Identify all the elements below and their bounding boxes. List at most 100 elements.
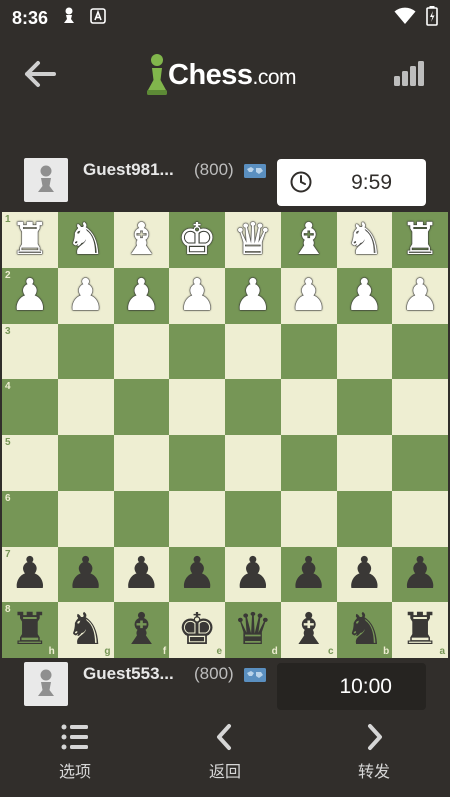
black-knight-piece[interactable]: ♞: [66, 608, 105, 652]
board-square[interactable]: [169, 323, 225, 380]
board-square[interactable]: a ♜: [392, 602, 448, 658]
board-square[interactable]: ♝: [280, 212, 337, 268]
board-square[interactable]: [336, 323, 393, 380]
board-square[interactable]: g ♞: [57, 602, 114, 658]
board-square[interactable]: [280, 323, 337, 380]
avatar[interactable]: [24, 158, 68, 202]
white-queen-piece[interactable]: ♛: [233, 217, 272, 262]
black-pawn-piece[interactable]: ♟: [177, 552, 216, 596]
board-square[interactable]: [113, 379, 170, 435]
board-square[interactable]: 2 ♟: [2, 267, 58, 324]
board-square[interactable]: 5: [2, 435, 58, 491]
white-pawn-piece[interactable]: ♟: [10, 273, 49, 318]
black-knight-piece[interactable]: ♞: [345, 608, 384, 652]
white-pawn-piece[interactable]: ♟: [345, 273, 384, 318]
board-square[interactable]: ♛: [225, 212, 281, 268]
white-rook-piece[interactable]: ♜: [10, 217, 49, 262]
board-square[interactable]: [225, 323, 281, 380]
board-square[interactable]: ♟: [169, 267, 225, 324]
connection-button[interactable]: [392, 58, 428, 90]
board-square[interactable]: 4: [2, 379, 58, 435]
board-square[interactable]: [336, 435, 393, 491]
board-square[interactable]: ♟: [113, 267, 170, 324]
black-rook-piece[interactable]: ♜: [10, 608, 49, 652]
black-pawn-piece[interactable]: ♟: [66, 552, 105, 596]
board-square[interactable]: ♟: [57, 267, 114, 324]
white-pawn-piece[interactable]: ♟: [233, 273, 272, 318]
black-pawn-piece[interactable]: ♟: [289, 552, 328, 596]
white-pawn-piece[interactable]: ♟: [122, 273, 161, 318]
board-square[interactable]: ♝: [113, 212, 170, 268]
white-rook-piece[interactable]: ♜: [400, 217, 439, 262]
board-square[interactable]: [280, 490, 337, 547]
black-pawn-piece[interactable]: ♟: [345, 552, 384, 596]
board-square[interactable]: 8 h ♜: [2, 602, 58, 658]
white-pawn-piece[interactable]: ♟: [400, 273, 439, 318]
board-square[interactable]: ♟: [57, 546, 114, 603]
board-square[interactable]: d ♛: [225, 602, 281, 658]
board-square[interactable]: 6: [2, 490, 58, 547]
board-square[interactable]: ♟: [225, 546, 281, 603]
white-knight-piece[interactable]: ♞: [66, 217, 105, 262]
board-square[interactable]: ♟: [336, 546, 393, 603]
board-square[interactable]: [392, 379, 448, 435]
board-square[interactable]: [57, 435, 114, 491]
board-square[interactable]: f ♝: [113, 602, 170, 658]
board-square[interactable]: ♜: [392, 212, 448, 268]
black-pawn-piece[interactable]: ♟: [233, 552, 272, 596]
board-square[interactable]: ♚: [169, 212, 225, 268]
board-square[interactable]: [169, 379, 225, 435]
board-square[interactable]: [225, 435, 281, 491]
board-square[interactable]: [169, 435, 225, 491]
white-pawn-piece[interactable]: ♟: [289, 273, 328, 318]
back-button[interactable]: [18, 56, 62, 92]
board-square[interactable]: [57, 379, 114, 435]
board-square[interactable]: ♟: [169, 546, 225, 603]
player-name[interactable]: Guest981...: [83, 160, 174, 180]
board-square[interactable]: ♟: [113, 546, 170, 603]
white-king-piece[interactable]: ♚: [177, 217, 216, 262]
board-square[interactable]: [392, 490, 448, 547]
board-square[interactable]: b ♞: [336, 602, 393, 658]
white-pawn-piece[interactable]: ♟: [66, 273, 105, 318]
board-square[interactable]: [280, 435, 337, 491]
white-bishop-piece[interactable]: ♝: [289, 217, 328, 262]
black-queen-piece[interactable]: ♛: [233, 608, 272, 652]
board-square[interactable]: ♟: [280, 267, 337, 324]
board-square[interactable]: [225, 490, 281, 547]
board-square[interactable]: 1 ♜: [2, 212, 58, 268]
board-square[interactable]: ♟: [392, 546, 448, 603]
board-square[interactable]: [57, 323, 114, 380]
black-bishop-piece[interactable]: ♝: [289, 608, 328, 652]
black-pawn-piece[interactable]: ♟: [122, 552, 161, 596]
board-square[interactable]: [392, 435, 448, 491]
board-square[interactable]: [113, 323, 170, 380]
board-square[interactable]: [57, 490, 114, 547]
board-square[interactable]: 3: [2, 323, 58, 380]
black-rook-piece[interactable]: ♜: [400, 608, 439, 652]
player-name[interactable]: Guest553...: [83, 664, 174, 684]
board-square[interactable]: ♟: [280, 546, 337, 603]
black-king-piece[interactable]: ♚: [177, 608, 216, 652]
board-square[interactable]: ♟: [225, 267, 281, 324]
board-square[interactable]: ♟: [392, 267, 448, 324]
board-square[interactable]: [225, 379, 281, 435]
white-knight-piece[interactable]: ♞: [345, 217, 384, 262]
board-square[interactable]: [169, 490, 225, 547]
options-button[interactable]: 选项: [25, 722, 125, 792]
board-square[interactable]: 7 ♟: [2, 546, 58, 603]
board-square[interactable]: ♞: [57, 212, 114, 268]
white-pawn-piece[interactable]: ♟: [177, 273, 216, 318]
board-square[interactable]: ♟: [336, 267, 393, 324]
board-square[interactable]: [280, 379, 337, 435]
black-pawn-piece[interactable]: ♟: [400, 552, 439, 596]
board-square[interactable]: e ♚: [169, 602, 225, 658]
board-square[interactable]: [336, 490, 393, 547]
black-pawn-piece[interactable]: ♟: [10, 552, 49, 596]
board-square[interactable]: [113, 490, 170, 547]
board-square[interactable]: c ♝: [280, 602, 337, 658]
white-bishop-piece[interactable]: ♝: [122, 217, 161, 262]
board-square[interactable]: ♞: [336, 212, 393, 268]
next-move-button[interactable]: 转发: [324, 722, 424, 792]
avatar[interactable]: [24, 662, 68, 706]
